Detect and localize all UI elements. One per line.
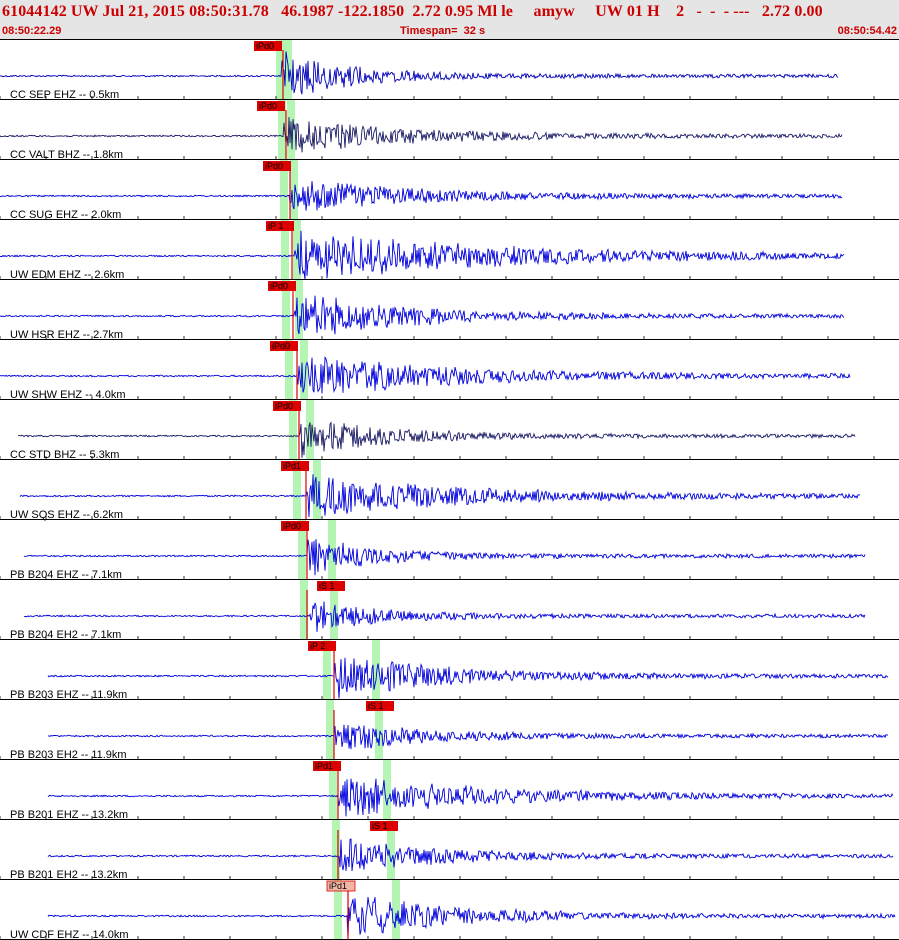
waveform-trace[interactable] xyxy=(0,356,851,394)
phase-pick-label: iS 1 xyxy=(368,701,384,711)
phase-pick-label: iS 1 xyxy=(319,581,335,591)
station-label: UW CDF EHZ -- 14.0km xyxy=(10,929,129,940)
waveform-trace[interactable] xyxy=(19,474,861,518)
start-time: 08:50:22.29 xyxy=(2,25,62,37)
s-window-band xyxy=(290,160,298,220)
waveform-trace[interactable] xyxy=(0,181,843,211)
phase-pick-label: iP 1 xyxy=(268,221,283,231)
waveform-trace[interactable] xyxy=(47,778,894,817)
p-window-band xyxy=(326,700,334,760)
phase-pick-label: iPd1 xyxy=(315,761,333,771)
waveform-trace[interactable] xyxy=(47,897,896,938)
seismogram-panel[interactable]: iPd0CC SEP EHZ -- 0.5kmiPd0CC VALT BHZ -… xyxy=(0,40,899,940)
waveform-trace[interactable] xyxy=(47,838,894,872)
phase-pick-label: iPd0 xyxy=(265,161,283,171)
waveform-trace[interactable] xyxy=(23,539,866,576)
waveform-trace[interactable] xyxy=(17,421,856,458)
s-window-band xyxy=(383,760,391,820)
phase-pick-label: iS 1 xyxy=(372,821,388,831)
waveform-trace[interactable] xyxy=(47,724,888,750)
event-summary: 61044142 UW Jul 21, 2015 08:50:31.78 46.… xyxy=(2,3,823,20)
s-window-band xyxy=(300,340,308,400)
phase-pick-label: iPd0 xyxy=(283,521,301,531)
phase-pick-label: iPd0 xyxy=(256,41,274,51)
waveform-trace[interactable] xyxy=(47,657,889,699)
s-window-band xyxy=(392,880,400,940)
phase-pick-label: iPd0 xyxy=(270,281,288,291)
waveform-trace[interactable] xyxy=(23,601,866,632)
phase-pick-label: iPd1 xyxy=(283,461,301,471)
phase-pick-label: iPd0 xyxy=(275,401,293,411)
timespan-label: Timespan= 32 s xyxy=(400,25,486,37)
phase-pick-label: iP 2 xyxy=(310,641,325,651)
phase-pick-label: iPd0 xyxy=(259,101,277,111)
event-header: 61044142 UW Jul 21, 2015 08:50:31.78 46.… xyxy=(0,0,899,40)
waveform-trace[interactable] xyxy=(0,117,843,153)
phase-pick-label: iPd0 xyxy=(272,341,290,351)
end-time: 08:50:54.42 xyxy=(837,25,897,37)
waveform-trace[interactable] xyxy=(0,230,845,280)
phase-pick-label: iPd1 xyxy=(329,881,347,891)
waveform-trace[interactable] xyxy=(0,51,839,95)
p-window-band xyxy=(332,820,340,880)
waveform-trace[interactable] xyxy=(0,295,845,335)
